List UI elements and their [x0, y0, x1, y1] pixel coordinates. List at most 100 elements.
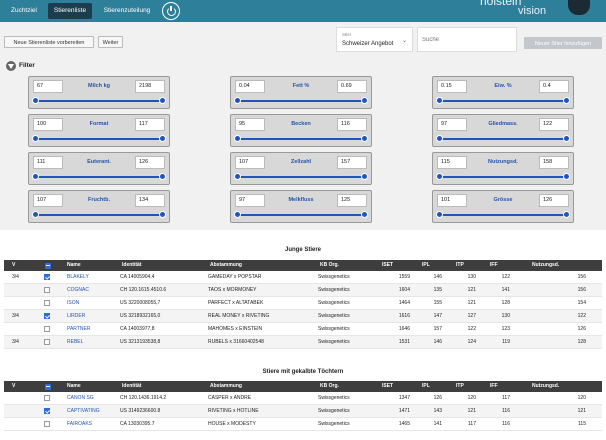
range-slider-track[interactable] — [439, 100, 567, 102]
select-checkbox[interactable] — [44, 313, 50, 319]
filter-min-input[interactable]: 97 — [437, 118, 467, 131]
column-header-kb[interactable]: KB Org. — [320, 381, 339, 392]
filter-max-input[interactable]: 125 — [337, 194, 367, 207]
column-header-ipl[interactable]: IPL — [422, 381, 430, 392]
table-row[interactable]: ISON US 3220008055,7 PARFECT x ALTATABEK Sw… — [4, 297, 602, 310]
column-header-abst[interactable]: Abstammung — [210, 381, 242, 392]
weiter-button[interactable]: Weiter — [98, 36, 123, 48]
name-cell[interactable]: CAPTIVATING — [67, 405, 117, 418]
column-header-v[interactable]: V — [12, 381, 15, 392]
nav-zuchtziel[interactable]: Zuchtziel — [5, 3, 43, 19]
range-slider-max-handle[interactable] — [361, 211, 368, 218]
filter-max-input[interactable]: 126 — [135, 156, 165, 169]
range-slider-min-handle[interactable] — [436, 173, 443, 180]
select-checkbox[interactable] — [44, 339, 50, 345]
select-checkbox[interactable] — [44, 287, 50, 293]
range-slider-track[interactable] — [439, 176, 567, 178]
range-slider-min-handle[interactable] — [436, 97, 443, 104]
range-slider-max-handle[interactable] — [159, 97, 166, 104]
filter-min-input[interactable]: 95 — [235, 118, 265, 131]
filter-min-input[interactable]: 115 — [437, 156, 467, 169]
filter-max-input[interactable]: 0.69 — [337, 80, 367, 93]
filter-icon[interactable] — [6, 61, 16, 71]
select-checkbox[interactable] — [44, 326, 50, 332]
power-icon[interactable] — [162, 2, 180, 20]
range-slider-track[interactable] — [237, 176, 365, 178]
range-slider-max-handle[interactable] — [159, 173, 166, 180]
select-checkbox[interactable] — [44, 274, 50, 280]
range-slider-min-handle[interactable] — [234, 135, 241, 142]
prepare-new-list-button[interactable]: Neue Stierenliste vorbereiten — [4, 36, 94, 48]
column-header-v[interactable]: V — [12, 260, 15, 271]
table-row[interactable]: FAIROAKS CA 13030395.7 HOUSE x MODESTY Swis… — [4, 418, 602, 431]
range-slider-track[interactable] — [35, 138, 163, 140]
name-cell[interactable]: ISON — [67, 297, 117, 310]
range-slider-track[interactable] — [439, 214, 567, 216]
range-slider-track[interactable] — [237, 100, 365, 102]
range-slider-track[interactable] — [237, 138, 365, 140]
table-row[interactable]: 3/4 LIRDER US 3218932165,0 REAL MONEY x RIV… — [4, 310, 602, 323]
name-cell[interactable]: FAIROAKS — [67, 418, 117, 431]
select-all-checkbox[interactable] — [45, 262, 51, 269]
select-checkbox[interactable] — [44, 408, 50, 414]
filter-min-input[interactable]: 0.04 — [235, 80, 265, 93]
select-checkbox[interactable] — [44, 300, 50, 306]
filter-max-input[interactable]: 158 — [539, 156, 569, 169]
column-header-nutz[interactable]: Nutzungsd. — [532, 381, 559, 392]
filter-min-input[interactable]: 100 — [33, 118, 63, 131]
range-slider-min-handle[interactable] — [234, 211, 241, 218]
filter-min-input[interactable]: 97 — [235, 194, 265, 207]
range-slider-track[interactable] — [35, 100, 163, 102]
stier-select[interactable]: Stier Schweizer Angebot ⌄ — [336, 27, 413, 52]
range-slider-max-handle[interactable] — [563, 135, 570, 142]
nav-stierenzuteilung[interactable]: Stierenzuteilung — [97, 3, 157, 19]
filter-max-input[interactable]: 0.4 — [539, 80, 569, 93]
column-header-iff[interactable]: IFF — [490, 381, 498, 392]
filter-min-input[interactable]: 101 — [437, 194, 467, 207]
range-slider-track[interactable] — [35, 214, 163, 216]
column-header-name[interactable]: Name — [67, 260, 81, 271]
table-row[interactable]: CAPTIVATING US 3149236600.8 RIVETING x HOT… — [4, 405, 602, 418]
column-header-ipl[interactable]: IPL — [422, 260, 430, 271]
select-all-checkbox[interactable] — [45, 383, 51, 390]
range-slider-max-handle[interactable] — [361, 97, 368, 104]
filter-max-input[interactable]: 2198 — [135, 80, 165, 93]
range-slider-min-handle[interactable] — [436, 135, 443, 142]
table-row[interactable]: PARTNER CA 14003977,8 MAHOMES x EINSTEIN Sw… — [4, 323, 602, 336]
column-header-nutz[interactable]: Nutzungsd. — [532, 260, 559, 271]
range-slider-min-handle[interactable] — [234, 173, 241, 180]
range-slider-min-handle[interactable] — [32, 97, 39, 104]
filter-min-input[interactable]: 111 — [33, 156, 63, 169]
column-header-id[interactable]: Identität — [122, 381, 141, 392]
range-slider-track[interactable] — [237, 214, 365, 216]
range-slider-max-handle[interactable] — [563, 97, 570, 104]
name-cell[interactable]: CANON SG — [67, 392, 117, 405]
filter-max-input[interactable]: 122 — [539, 118, 569, 131]
name-cell[interactable]: LIRDER — [67, 310, 117, 323]
column-header-itp[interactable]: ITP — [456, 381, 464, 392]
select-checkbox[interactable] — [44, 395, 50, 401]
column-header-iff[interactable]: IFF — [490, 260, 498, 271]
range-slider-min-handle[interactable] — [32, 173, 39, 180]
range-slider-max-handle[interactable] — [159, 135, 166, 142]
column-header-itp[interactable]: ITP — [456, 260, 464, 271]
name-cell[interactable]: BLAKELY — [67, 271, 117, 284]
filter-max-input[interactable]: 157 — [337, 156, 367, 169]
range-slider-max-handle[interactable] — [159, 211, 166, 218]
search-input[interactable] — [417, 27, 517, 52]
filter-max-input[interactable]: 117 — [135, 118, 165, 131]
range-slider-min-handle[interactable] — [234, 97, 241, 104]
column-header-abst[interactable]: Abstammung — [210, 260, 242, 271]
column-header-kb[interactable]: KB Org. — [320, 260, 339, 271]
filter-max-input[interactable]: 134 — [135, 194, 165, 207]
column-header-id[interactable]: Identität — [122, 260, 141, 271]
select-checkbox[interactable] — [44, 421, 50, 427]
nav-stierenliste[interactable]: Stierenliste — [48, 3, 92, 19]
range-slider-min-handle[interactable] — [32, 135, 39, 142]
column-header-name[interactable]: Name — [67, 381, 81, 392]
name-cell[interactable]: REBEL — [67, 336, 117, 349]
table-row[interactable]: 3/4 BLAKELY CA 14005904,4 GAMEDAY x POPSTAR… — [4, 271, 602, 284]
range-slider-track[interactable] — [439, 138, 567, 140]
range-slider-max-handle[interactable] — [361, 135, 368, 142]
column-header-iset[interactable]: ISET — [382, 260, 393, 271]
